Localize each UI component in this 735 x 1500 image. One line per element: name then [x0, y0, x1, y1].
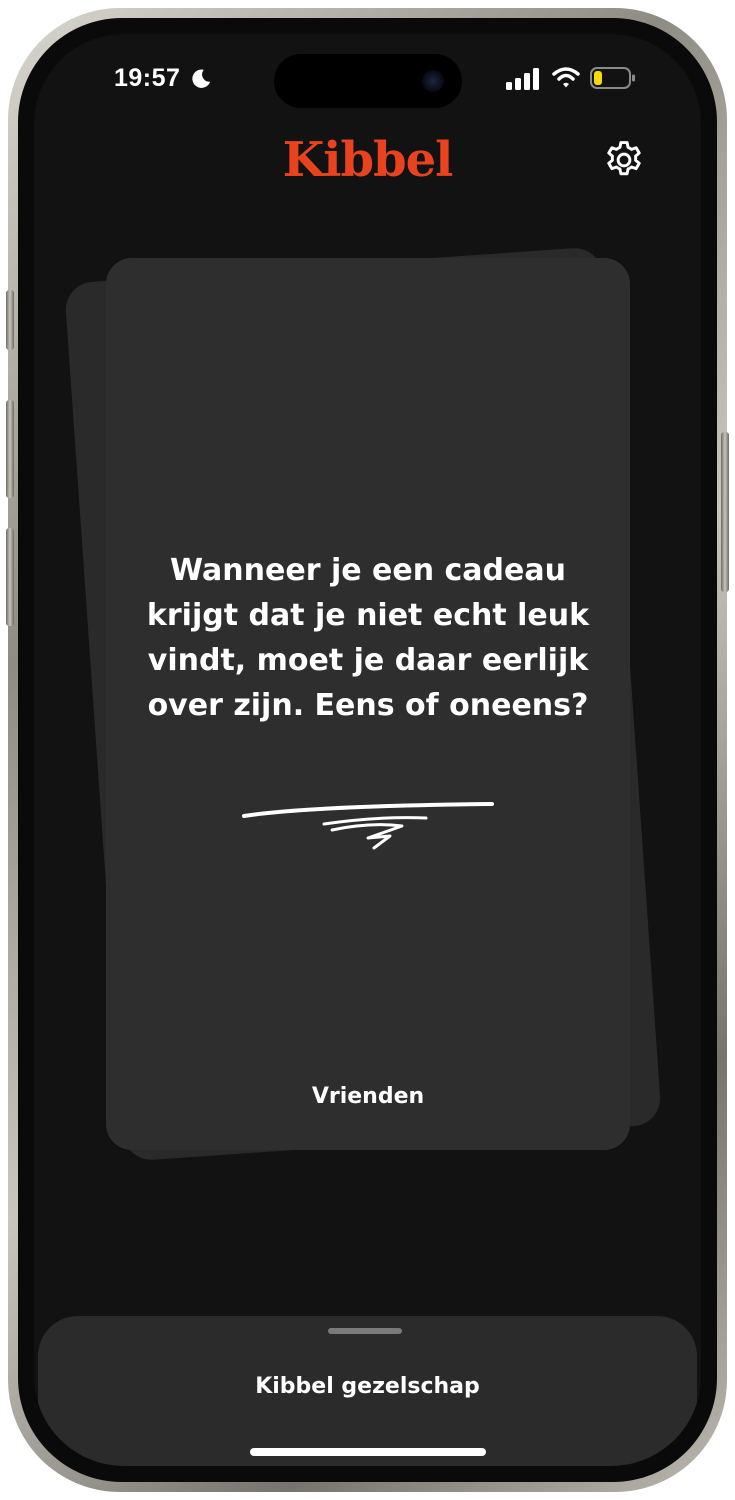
status-time: 19:57 [114, 64, 181, 92]
moon-icon [192, 69, 211, 88]
cellular-signal-icon [506, 68, 539, 90]
sheet-title[interactable]: Kibbel gezelschap [38, 1374, 697, 1399]
bottom-sheet[interactable]: Kibbel gezelschap [38, 1316, 697, 1466]
home-indicator[interactable] [250, 1448, 486, 1456]
battery-icon [590, 67, 635, 89]
power-button [721, 432, 729, 592]
screen: 19:57 Kibbel Wanneer je een cadeau krijg… [34, 34, 701, 1466]
volume-down-button [6, 528, 14, 626]
dynamic-island [274, 54, 462, 108]
status-bar: 19:57 [34, 34, 701, 124]
card-stack[interactable]: Wanneer je een cadeau krijgt dat je niet… [34, 224, 701, 1184]
app-logo: Kibbel [282, 132, 454, 188]
app-header: Kibbel [34, 124, 701, 214]
volume-up-button [6, 400, 14, 498]
front-camera-icon [422, 70, 444, 92]
card-category: Vrienden [311, 1084, 425, 1109]
scribble-underline-icon [242, 802, 494, 850]
action-button [6, 290, 14, 350]
sheet-drag-handle[interactable] [328, 1328, 402, 1334]
question-card[interactable]: Wanneer je een cadeau krijgt dat je niet… [106, 258, 630, 1150]
card-question: Wanneer je een cadeau krijgt dat je niet… [146, 553, 590, 723]
wifi-icon [552, 67, 580, 88]
gear-icon[interactable] [602, 138, 646, 182]
